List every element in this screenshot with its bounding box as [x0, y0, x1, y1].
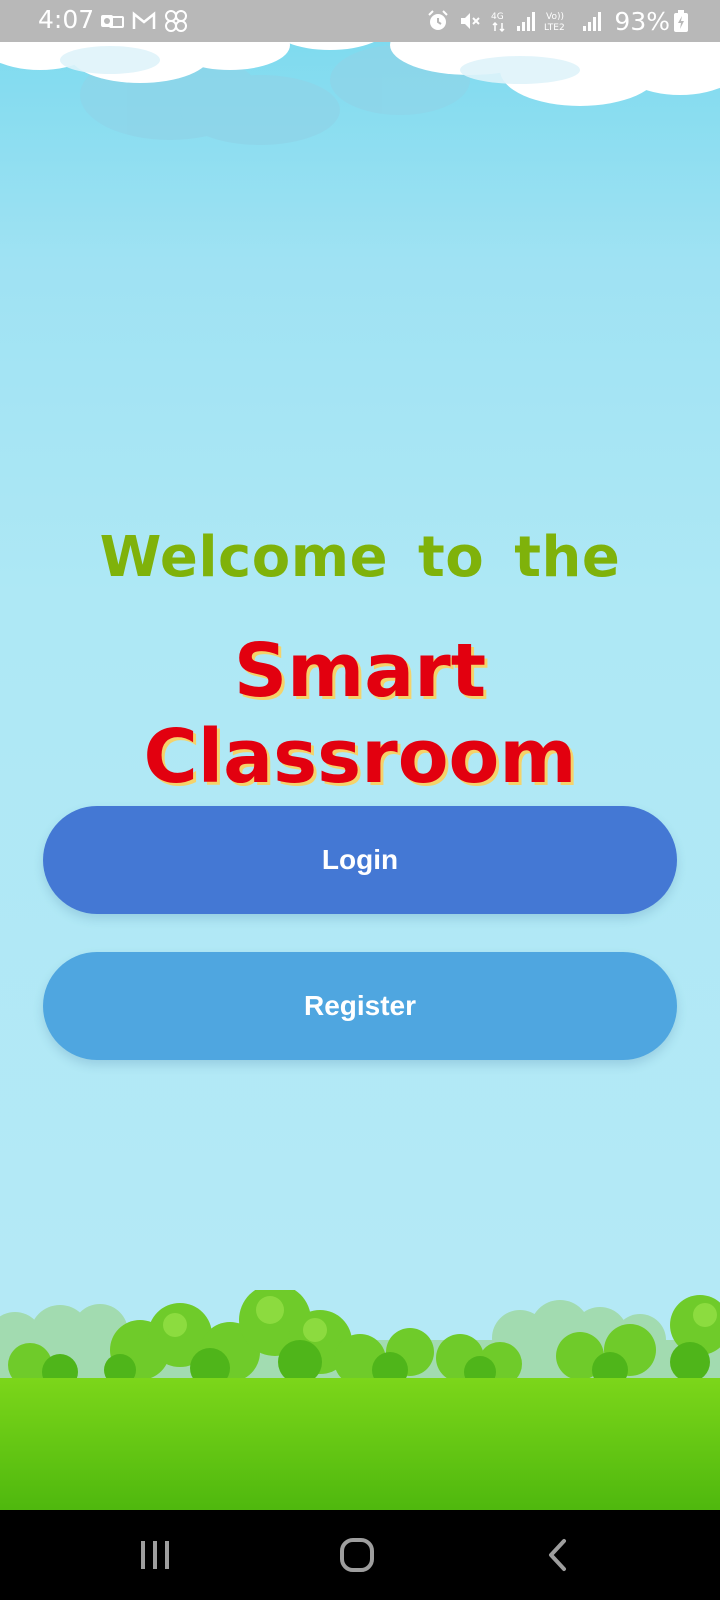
app-title: Smart Classroom: [143, 628, 577, 800]
recents-icon: [141, 1541, 169, 1569]
landscape-decoration: [0, 1290, 720, 1510]
system-status-icons: 4G Vo)) LTE2 93%: [426, 6, 670, 36]
signal-icon: [583, 12, 602, 31]
notification-icons: [100, 9, 188, 33]
status-bar: 4:07 4G Vo)) LTE2 93%: [0, 0, 720, 42]
app-icon: [165, 10, 187, 32]
battery-charging-icon: [674, 10, 688, 32]
gmail-icon: [132, 11, 156, 29]
signal-icon: [517, 12, 536, 31]
login-button[interactable]: Login: [43, 806, 677, 914]
volte-label-top: Vo)): [546, 12, 564, 22]
outlook-icon: [101, 15, 124, 28]
volte-icon: Vo)) LTE2: [544, 12, 565, 33]
register-button[interactable]: Register: [43, 952, 677, 1060]
back-icon: [549, 1539, 566, 1571]
network-4g-label: 4G: [491, 12, 504, 22]
back-button[interactable]: [528, 1530, 588, 1580]
volte-label-bottom: LTE2: [544, 23, 565, 33]
home-button[interactable]: [327, 1530, 387, 1580]
mute-icon: [461, 13, 481, 29]
alarm-icon: [428, 10, 449, 30]
recents-button[interactable]: [125, 1530, 185, 1580]
welcome-text: Welcome to the: [99, 525, 621, 590]
battery-percentage: 93%: [614, 6, 670, 36]
network-4g-icon: 4G: [491, 12, 505, 33]
navigation-bar: [0, 1510, 720, 1600]
home-icon: [340, 1538, 374, 1572]
login-screen: 4:07 4G Vo)) LTE2 93% Welcome to the Sma…: [0, 0, 720, 1600]
status-time: 4:07: [38, 5, 95, 34]
